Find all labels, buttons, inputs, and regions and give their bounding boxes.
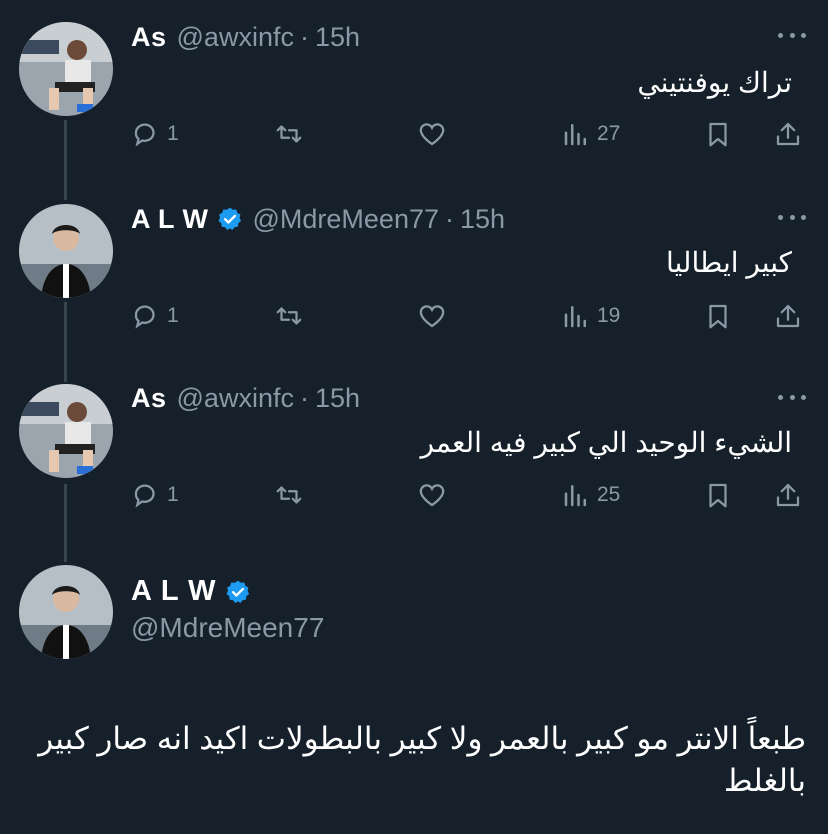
display-name[interactable]: A L W: [131, 575, 217, 608]
avatar-photo: [19, 22, 113, 116]
avatar[interactable]: [19, 384, 113, 478]
main-tweet-text: طبعاً الانتر مو كبير بالعمر ولا كبير بال…: [38, 721, 806, 798]
avatar[interactable]: [19, 22, 113, 116]
tweet[interactable]: As @awxinfc · 15h تراك يوفنتيني 1 27: [0, 0, 828, 182]
bookmark-button[interactable]: [703, 478, 733, 512]
bookmark-button[interactable]: [703, 299, 733, 333]
views-count: 19: [597, 304, 621, 327]
user-handle[interactable]: @MdreMeen77: [253, 204, 440, 235]
reply-icon: [134, 484, 155, 508]
retweet-icon: [276, 307, 302, 325]
share-button[interactable]: [773, 478, 803, 512]
separator-dot: ·: [445, 203, 454, 234]
retweet-button[interactable]: [274, 117, 304, 151]
bookmark-icon: [709, 304, 727, 329]
bookmark-button[interactable]: [703, 117, 733, 151]
timestamp[interactable]: 15h: [315, 383, 360, 414]
share-icon: [776, 483, 800, 507]
reply-count: 1: [167, 483, 179, 506]
avatar[interactable]: [19, 204, 113, 298]
user-handle[interactable]: @awxinfc: [177, 383, 294, 414]
heart-icon: [419, 123, 445, 146]
bookmark-icon: [709, 483, 727, 508]
views-icon: [564, 306, 586, 328]
reply-count: 1: [167, 122, 179, 145]
share-button[interactable]: [773, 117, 803, 151]
retweet-button[interactable]: [274, 299, 304, 333]
display-name[interactable]: As: [131, 22, 167, 53]
bookmark-icon: [709, 122, 727, 147]
views-icon: [564, 124, 586, 146]
tweet-header: As @awxinfc · 15h: [131, 381, 360, 415]
user-handle[interactable]: @awxinfc: [177, 22, 294, 53]
views-icon: [564, 485, 586, 507]
share-icon: [776, 304, 800, 328]
reply-icon: [134, 305, 155, 329]
share-icon: [776, 122, 800, 146]
user-handle[interactable]: @MdreMeen77: [131, 612, 324, 644]
more-dots-icon[interactable]: [778, 30, 806, 40]
display-name[interactable]: As: [131, 383, 167, 414]
heart-icon: [419, 305, 445, 328]
timestamp[interactable]: 15h: [315, 22, 360, 53]
like-button[interactable]: [417, 117, 447, 151]
avatar-photo: [19, 204, 113, 298]
separator-dot: ·: [299, 382, 309, 413]
display-name[interactable]: A L W: [131, 204, 209, 235]
retweet-icon: [276, 125, 302, 143]
views-button[interactable]: 27: [561, 117, 620, 151]
tweet-actions: 1 19: [131, 299, 811, 333]
more-dots-icon[interactable]: [778, 212, 806, 222]
tweet-actions: 1 27: [131, 117, 811, 151]
like-button[interactable]: [417, 478, 447, 512]
tweet-header: As @awxinfc · 15h: [131, 20, 360, 54]
views-count: 25: [597, 483, 621, 506]
like-button[interactable]: [417, 299, 447, 333]
avatar-photo: [19, 384, 113, 478]
main-author[interactable]: A L W: [131, 575, 251, 608]
tweet-text: كبير ايطاليا: [665, 247, 792, 278]
tweet[interactable]: As @awxinfc · 15h الشيء الوحيد الي كبير …: [0, 364, 828, 546]
heart-icon: [419, 484, 445, 507]
tweet-text: تراك يوفنتيني: [637, 67, 792, 98]
tweet-actions: 1 25: [131, 478, 811, 512]
avatar[interactable]: [19, 565, 113, 659]
verified-badge-icon: [225, 580, 249, 603]
more-dots-icon[interactable]: [778, 392, 806, 402]
views-button[interactable]: 25: [561, 478, 620, 512]
reply-button[interactable]: 1: [131, 478, 179, 512]
verified-badge-icon: [217, 207, 241, 231]
reply-button[interactable]: 1: [131, 117, 179, 151]
tweet-text: الشيء الوحيد الي كبير فيه العمر: [420, 427, 792, 458]
views-button[interactable]: 19: [561, 299, 620, 333]
views-count: 27: [597, 122, 621, 145]
reply-icon: [134, 123, 155, 147]
retweet-button[interactable]: [274, 478, 304, 512]
tweet[interactable]: A L W @MdreMeen77 · 15h كبير ايطاليا 1 1…: [0, 182, 828, 364]
avatar-photo: [19, 565, 113, 659]
timestamp[interactable]: 15h: [460, 204, 505, 235]
reply-count: 1: [167, 304, 179, 327]
separator-dot: ·: [299, 21, 309, 52]
reply-button[interactable]: 1: [131, 299, 179, 333]
tweet-header: A L W @MdreMeen77 · 15h: [131, 202, 505, 236]
share-button[interactable]: [773, 299, 803, 333]
retweet-icon: [276, 486, 302, 504]
